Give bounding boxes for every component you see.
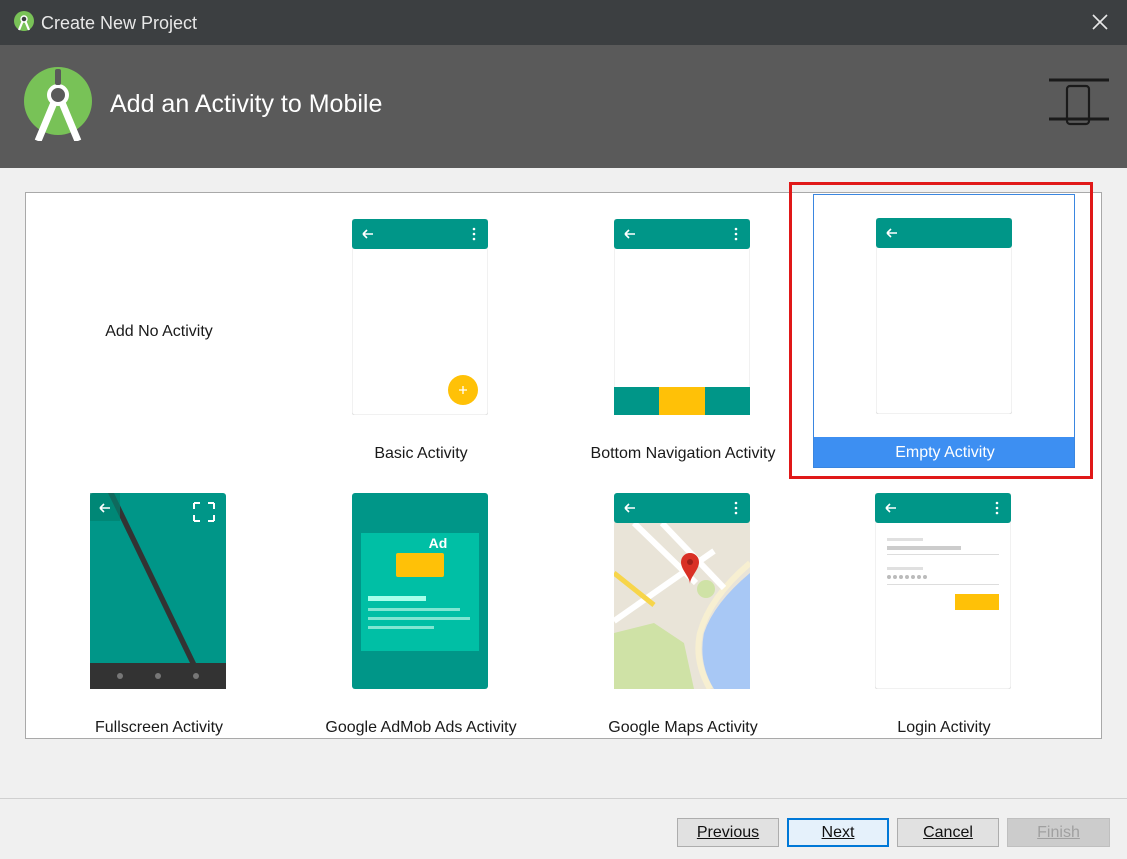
basic-activity-thumbnail (352, 219, 488, 415)
window-title: Create New Project (41, 13, 198, 33)
previous-button[interactable]: Previous (677, 818, 779, 847)
activity-tile-login-activity[interactable]: Login Activity (813, 469, 1075, 738)
android-studio-icon (14, 11, 34, 31)
page-title: Add an Activity to Mobile (110, 90, 383, 118)
next-button[interactable]: Next (787, 818, 889, 847)
activity-tile-empty-activity[interactable]: Empty Activity (813, 194, 1075, 468)
finish-button[interactable]: Finish (1007, 818, 1110, 847)
activity-label: Fullscreen Activity (94, 719, 224, 736)
phone-form-factor-icon (1049, 78, 1109, 126)
activity-label: Google AdMob Ads Activity (325, 719, 517, 736)
activity-tile-bottom-navigation-activity[interactable]: Bottom Navigation Activity (552, 195, 814, 469)
login-activity-thumbnail (875, 493, 1011, 689)
admob-activity-thumbnail (352, 493, 488, 689)
activity-gallery: Add No Activity Basic Activity Bottom Na… (25, 192, 1102, 739)
activity-tile-google-maps-activity[interactable]: Google Maps Activity (552, 469, 814, 738)
activity-label: Basic Activity (374, 445, 468, 462)
activity-tile-basic-activity[interactable]: Basic Activity (290, 195, 552, 469)
activity-label: Login Activity (897, 719, 991, 736)
activity-label: Empty Activity (895, 444, 995, 461)
header-banner: Add an Activity to Mobile (0, 45, 1127, 168)
activity-tile-add-no-activity[interactable]: Add No Activity (28, 195, 290, 469)
activity-label: Add No Activity (105, 323, 213, 340)
fullscreen-activity-thumbnail (90, 493, 226, 689)
activity-tile-google-admob-ads-activity[interactable]: Ad Google AdMob Ads Activity (290, 469, 552, 738)
activity-tile-fullscreen-activity[interactable]: Fullscreen Activity (28, 469, 290, 738)
title-bar: Create New Project (0, 0, 1127, 45)
activity-label: Bottom Navigation Activity (590, 445, 776, 462)
cancel-button[interactable]: Cancel (897, 818, 999, 847)
ad-badge-label: Ad (428, 535, 448, 551)
bottom-navigation-activity-thumbnail (614, 219, 750, 415)
empty-activity-thumbnail (876, 218, 1012, 414)
close-icon[interactable] (1087, 9, 1113, 35)
android-studio-logo-icon (24, 67, 92, 141)
activity-label: Google Maps Activity (608, 719, 758, 736)
google-maps-activity-thumbnail (614, 493, 750, 689)
footer-divider (0, 798, 1127, 799)
